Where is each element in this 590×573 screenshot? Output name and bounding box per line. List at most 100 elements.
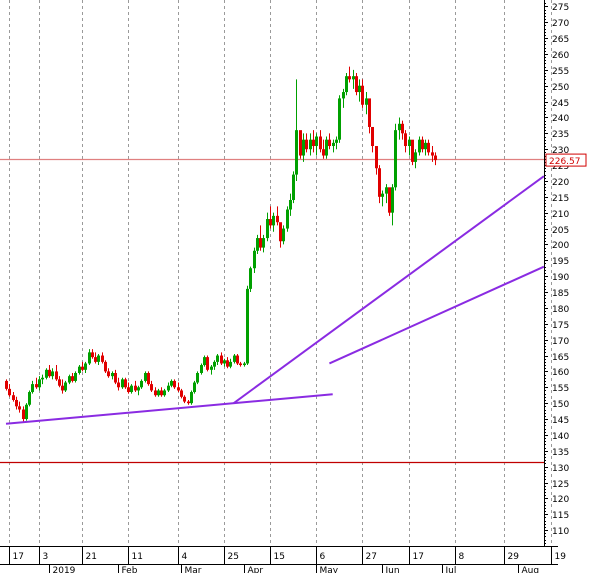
candle-body xyxy=(104,361,107,372)
date-tick-label: 3 xyxy=(43,552,49,562)
candle-body xyxy=(12,395,15,400)
candle-body xyxy=(107,371,110,377)
candle-body xyxy=(117,382,120,388)
candle-body xyxy=(187,401,190,404)
candle-body xyxy=(55,371,58,380)
price-tick-label: 270 xyxy=(552,19,569,29)
candle-body xyxy=(427,142,430,153)
price-tick-label: 220 xyxy=(552,178,569,188)
price-tick-label: 215 xyxy=(552,194,569,204)
candle-body xyxy=(61,385,64,391)
candle-body xyxy=(394,130,397,188)
candle-body xyxy=(74,372,77,381)
candle-body xyxy=(315,136,318,147)
candle-body xyxy=(183,396,186,402)
date-tick-label: 15 xyxy=(274,552,285,562)
date-tick-label: 17 xyxy=(413,552,424,562)
candle-body xyxy=(335,139,338,143)
price-tick-label: 110 xyxy=(552,527,569,537)
price-tick-label: 250 xyxy=(552,83,569,93)
month-label: Apr xyxy=(248,566,264,573)
date-tick-label: 19 xyxy=(555,552,567,562)
price-tick-label: 245 xyxy=(552,99,569,109)
date-tick-label: 27 xyxy=(366,552,377,562)
candle-body xyxy=(246,288,249,364)
candle-body xyxy=(35,384,38,388)
candle-body xyxy=(114,372,117,383)
candle-body xyxy=(210,366,213,370)
date-axis: 17 3 21 11 4 25 15 6 27 17 8 29 19 2019 Feb Mar Apr May Ju… xyxy=(0,546,566,573)
price-tick-label: 145 xyxy=(552,416,569,426)
candle-body xyxy=(292,174,295,200)
date-tick-label: 8 xyxy=(459,552,465,562)
candle-body xyxy=(190,392,193,404)
candle-body xyxy=(302,139,305,156)
candle-body xyxy=(137,387,140,391)
candle-body xyxy=(371,126,374,147)
candle-body xyxy=(150,384,153,391)
candle-body xyxy=(342,92,345,99)
candle-body xyxy=(91,352,94,358)
month-label: Jul xyxy=(445,566,457,573)
candle-body xyxy=(88,352,91,364)
candle-body xyxy=(414,152,417,162)
candle-body xyxy=(111,372,114,377)
candle-body xyxy=(355,76,358,93)
candle-body xyxy=(177,387,180,391)
date-tick-label: 25 xyxy=(228,552,239,562)
candle-body xyxy=(259,238,262,248)
candle-body xyxy=(121,379,124,388)
candle-body xyxy=(71,376,74,381)
candle-body xyxy=(196,372,199,383)
month-label: 2019 xyxy=(53,566,76,573)
price-tick-label: 130 xyxy=(552,464,569,474)
candle-body xyxy=(272,215,275,226)
candle-body xyxy=(147,372,150,385)
candle-body xyxy=(8,388,11,396)
candle-body xyxy=(338,98,341,140)
candle-body xyxy=(170,380,173,386)
price-tick-label: 140 xyxy=(552,432,569,442)
price-tick-label: 135 xyxy=(552,448,569,458)
candle-body xyxy=(381,193,384,197)
candles xyxy=(5,66,437,423)
candle-body xyxy=(160,390,163,396)
candle-body xyxy=(84,363,87,370)
candle-body xyxy=(78,366,81,373)
price-tick-label: 265 xyxy=(552,35,569,45)
candle-body xyxy=(289,199,292,210)
candle-body xyxy=(124,379,127,388)
last-price-text: 226.57 xyxy=(549,157,581,167)
trendline xyxy=(5,393,333,425)
candle-body xyxy=(154,390,157,396)
candle-body xyxy=(18,406,21,410)
candle-body xyxy=(68,376,71,383)
candle-body xyxy=(309,139,312,150)
date-tick-label: 29 xyxy=(508,552,520,562)
candle-body xyxy=(223,360,226,364)
candle-body xyxy=(157,390,160,396)
candle-body xyxy=(319,136,322,150)
candle-body xyxy=(249,268,252,289)
candle-body xyxy=(233,355,236,362)
candle-body xyxy=(193,382,196,393)
candle-body xyxy=(388,187,391,213)
candle-body xyxy=(325,139,328,156)
price-tick-label: 115 xyxy=(552,511,569,521)
month-label: Aug xyxy=(522,566,540,573)
price-tick-label: 125 xyxy=(552,480,569,490)
candle-body xyxy=(431,152,434,156)
price-tick-label: 200 xyxy=(552,241,569,251)
candle-body xyxy=(94,357,97,362)
candle-body xyxy=(101,355,104,362)
month-label: Jun xyxy=(385,566,400,573)
candle-body xyxy=(348,76,351,80)
candle-body xyxy=(48,369,51,377)
price-tick-label: 205 xyxy=(552,226,569,236)
candle-body xyxy=(253,250,256,269)
candle-body xyxy=(266,219,269,239)
trendline xyxy=(328,265,545,365)
candle-body xyxy=(279,222,282,242)
price-tick-label: 190 xyxy=(552,273,569,283)
candle-body xyxy=(25,404,28,420)
